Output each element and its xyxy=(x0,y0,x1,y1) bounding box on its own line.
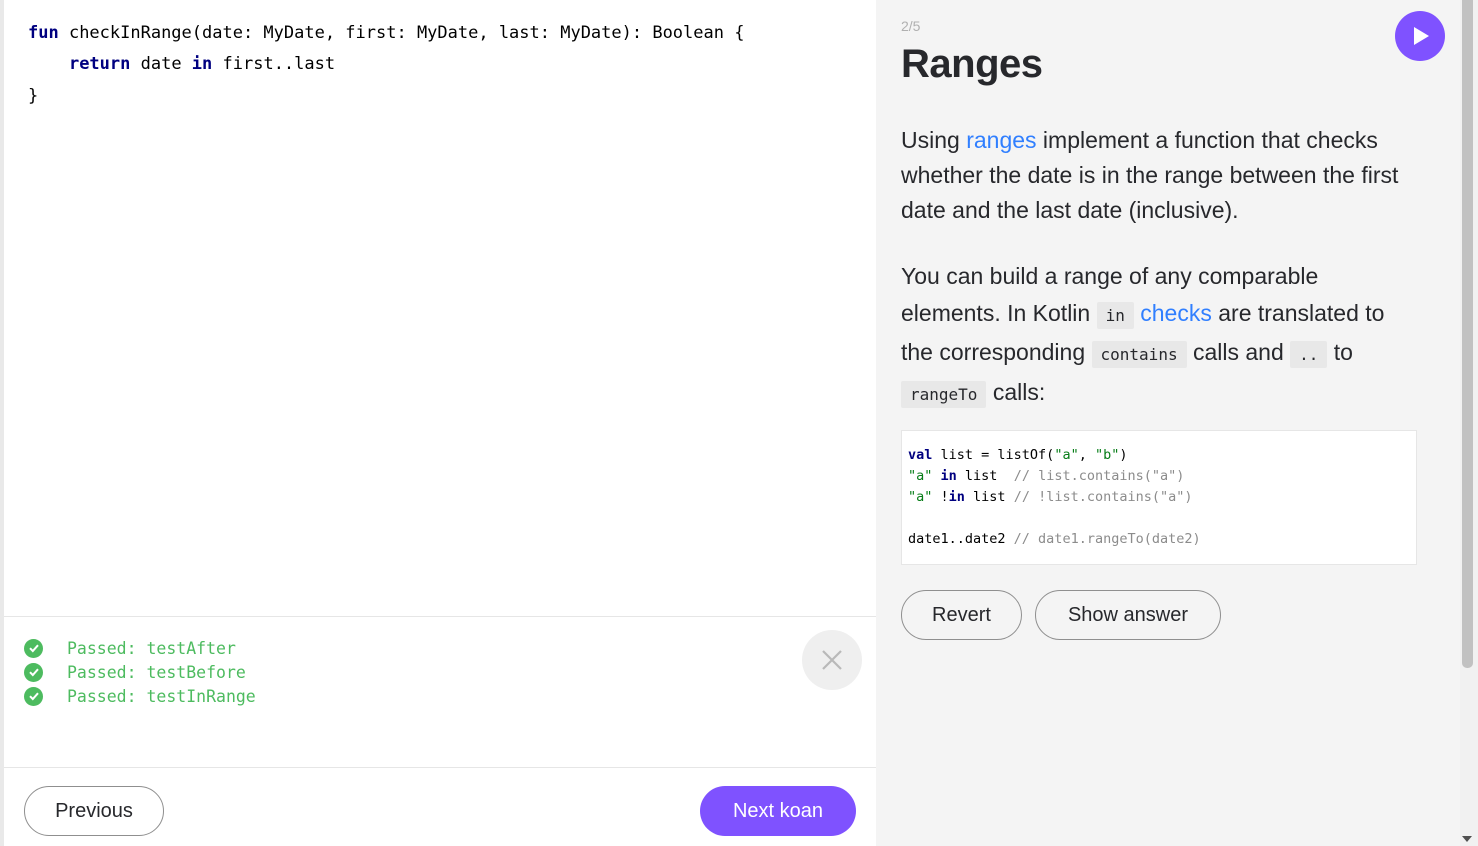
code-line[interactable]: } xyxy=(28,85,38,107)
test-result-label: Passed: testBefore xyxy=(67,662,246,682)
inline-code: contains xyxy=(1091,341,1187,368)
example-code-line xyxy=(908,508,1410,529)
example-code-token: date1..date2 xyxy=(908,531,1014,547)
test-result-row: Passed: testInRange xyxy=(24,685,256,707)
check-circle-icon xyxy=(24,686,43,706)
inline-code: .. xyxy=(1290,341,1328,368)
example-code-line: "a" !in list // !list.contains("a") xyxy=(908,487,1410,508)
example-code-token: "b" xyxy=(1094,447,1120,463)
example-code-token: ) xyxy=(1119,447,1128,463)
code-line[interactable]: fun checkInRange(date: MyDate, first: My… xyxy=(28,22,744,44)
scrollbar[interactable] xyxy=(1460,0,1478,846)
check-circle-icon xyxy=(24,662,43,682)
example-code-token: , xyxy=(1078,447,1095,463)
checks-link[interactable]: checks xyxy=(1140,300,1212,326)
close-icon xyxy=(822,650,842,670)
example-code-line: date1..date2 // date1.rangeTo(date2) xyxy=(908,529,1410,550)
example-code-token: list = listOf( xyxy=(932,447,1055,463)
editor-pane: fun checkInRange(date: MyDate, first: My… xyxy=(0,0,876,846)
test-result-row: Passed: testAfter xyxy=(24,637,236,659)
example-code-token xyxy=(932,468,940,484)
description-paragraph: Using ranges implement a function that c… xyxy=(901,127,1399,223)
example-code-token: "a" xyxy=(908,489,933,505)
example-code-token: val xyxy=(908,447,933,463)
code-line[interactable]: return date in first..last xyxy=(28,53,335,75)
code-token: return xyxy=(68,54,131,74)
step-counter: 2/5 xyxy=(901,18,921,34)
example-code-token: "a" xyxy=(908,468,933,484)
example-code-line: val list = listOf("a", "b") xyxy=(908,445,1410,466)
example-code-block: val list = listOf("a", "b") "a" in list … xyxy=(901,430,1417,565)
example-code-token: // list.contains("a") xyxy=(1013,468,1185,484)
task-description-2: You can build a range of any comparable … xyxy=(901,258,1421,413)
check-circle-icon xyxy=(24,638,43,658)
close-results-button[interactable] xyxy=(802,630,862,690)
show-answer-button[interactable]: Show answer xyxy=(1035,590,1221,640)
test-result-label: Passed: testInRange xyxy=(67,686,256,706)
test-result-row: Passed: testBefore xyxy=(24,661,246,683)
scroll-down-arrow-icon[interactable] xyxy=(1462,836,1472,842)
run-button[interactable] xyxy=(1395,11,1445,61)
revert-button[interactable]: Revert xyxy=(901,590,1022,640)
code-token: date xyxy=(130,54,192,74)
page-title: Ranges xyxy=(901,42,1043,86)
example-code-line: "a" in list // list.contains("a") xyxy=(908,466,1410,487)
navigation-footer: Previous Next koan xyxy=(4,767,876,846)
scrollbar-thumb[interactable] xyxy=(1462,0,1473,668)
inline-code: in xyxy=(1096,301,1134,329)
play-icon xyxy=(1414,27,1429,45)
code-editor[interactable]: fun checkInRange(date: MyDate, first: My… xyxy=(4,0,876,616)
task-description: Using ranges implement a function that c… xyxy=(901,123,1421,228)
code-token: first..last xyxy=(212,54,336,74)
task-description-pane: 2/5 Ranges Using ranges implement a func… xyxy=(876,0,1460,846)
description-paragraph: You can build a range of any comparable … xyxy=(901,258,1421,413)
example-code-token: "a" xyxy=(1054,447,1079,463)
example-code-token: in xyxy=(940,468,957,484)
previous-button[interactable]: Previous xyxy=(24,786,164,836)
example-code-token: ! xyxy=(932,489,949,505)
example-code-token: // !list.contains("a") xyxy=(1013,489,1193,505)
example-code-token: list xyxy=(956,468,1014,484)
test-results-panel: Passed: testAfter Passed: testBefore Pas… xyxy=(4,616,876,768)
ranges-link[interactable]: ranges xyxy=(966,127,1036,153)
code-token: in xyxy=(191,54,213,74)
inline-code: rangeTo xyxy=(901,380,987,408)
code-token: checkInRange(date: MyDate, first: MyDate… xyxy=(58,23,745,43)
example-code-token: list xyxy=(964,489,1014,505)
example-code-token: in xyxy=(948,489,965,505)
code-token: fun xyxy=(28,23,59,43)
example-code-token: // date1.rangeTo(date2) xyxy=(1013,531,1201,547)
test-result-label: Passed: testAfter xyxy=(67,638,236,658)
next-koan-button[interactable]: Next koan xyxy=(700,786,856,836)
code-token: } xyxy=(28,86,39,106)
